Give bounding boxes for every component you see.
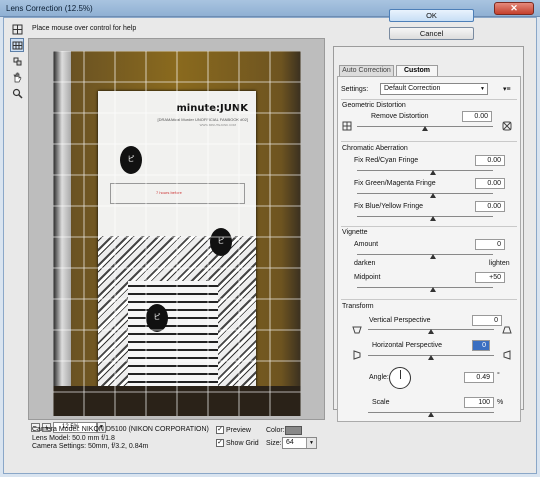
color-label: Color: (266, 427, 285, 434)
straighten-tool[interactable] (10, 38, 24, 52)
show-grid-check-mark[interactable]: ✓ (216, 439, 224, 447)
camera-model: Camera Model: NIKON D5100 (NIKON CORPORA… (32, 426, 209, 433)
midpoint-thumb[interactable] (430, 287, 436, 292)
hand-icon (12, 72, 21, 82)
angle-field[interactable]: 0.49 (464, 372, 494, 383)
preview-grid (53, 51, 301, 416)
fix-green-magenta-field[interactable]: 0.00 (475, 178, 505, 189)
remove-distortion-icon (12, 24, 22, 34)
scale-field[interactable]: 100 (464, 397, 494, 408)
darken-label: darken (354, 260, 376, 267)
remove-distortion-thumb[interactable] (422, 126, 428, 131)
scale-label: Scale (372, 399, 390, 406)
fix-green-magenta-slider[interactable] (357, 193, 493, 194)
tab-custom[interactable]: Custom (396, 65, 438, 76)
fix-red-cyan-slider[interactable] (357, 170, 493, 171)
vertical-perspective-left-icon (352, 326, 362, 334)
amount-slider[interactable] (357, 254, 493, 255)
settings-value: Default Correction (384, 85, 441, 92)
camera-settings: Camera Settings: 50mm, f/3.2, 0.84m (32, 443, 149, 450)
fix-blue-yellow-thumb[interactable] (430, 216, 436, 221)
show-grid-label: Show Grid (226, 439, 259, 447)
fix-red-cyan-field[interactable]: 0.00 (475, 155, 505, 166)
transform-heading: Transform (342, 303, 374, 310)
ok-button[interactable]: OK (389, 9, 474, 22)
settings-label: Settings: (341, 86, 369, 93)
divider (341, 299, 517, 300)
preview-canvas[interactable]: minute:JUNK [DRAMAtical Murder UNOFFICIA… (28, 38, 325, 420)
midpoint-field[interactable]: +50 (475, 272, 505, 283)
preview-check-mark[interactable]: ✓ (216, 426, 224, 434)
remove-distortion-label: Remove Distortion (371, 113, 429, 120)
chevron-down-icon: ▼ (306, 438, 316, 448)
amount-thumb[interactable] (430, 254, 436, 259)
vertical-perspective-label: Vertical Perspective (369, 317, 431, 324)
fix-blue-yellow-slider[interactable] (357, 216, 493, 217)
fix-green-magenta-thumb[interactable] (430, 193, 436, 198)
size-label: Size: (266, 440, 282, 447)
midpoint-slider[interactable] (357, 287, 493, 288)
scale-thumb[interactable] (428, 412, 434, 417)
move-grid-tool[interactable] (10, 54, 24, 68)
angle-dial[interactable] (389, 367, 411, 389)
hand-tool[interactable] (10, 70, 24, 84)
zoom-tool[interactable] (10, 86, 24, 100)
horizontal-perspective-field[interactable]: 0 (472, 340, 490, 351)
barrel-icon (502, 121, 512, 131)
fix-red-cyan-label: Fix Red/Cyan Fringe (354, 157, 419, 164)
grid-color-swatch[interactable] (285, 426, 302, 435)
vertical-perspective-thumb[interactable] (428, 329, 434, 334)
amount-field[interactable]: 0 (475, 239, 505, 250)
horizontal-perspective-label: Horizontal Perspective (372, 342, 443, 349)
grid-size-value: 64 (286, 439, 294, 446)
chevron-down-icon: ▼ (480, 86, 485, 92)
lighten-label: lighten (489, 260, 510, 267)
remove-distortion-field[interactable]: 0.00 (462, 111, 492, 122)
preview-checkbox[interactable]: ✓ Preview (216, 426, 251, 434)
zoom-icon (12, 88, 23, 99)
camera-info: Camera Model: NIKON D5100 (NIKON CORPORA… (32, 426, 209, 452)
midpoint-label: Midpoint (354, 274, 381, 281)
lens-model: Lens Model: 50.0 mm f/1.8 (32, 434, 115, 442)
vertical-perspective-field[interactable]: 0 (472, 315, 502, 326)
fix-green-magenta-label: Fix Green/Magenta Fringe (354, 180, 436, 187)
horizontal-perspective-left-icon (353, 350, 361, 360)
geometric-distortion-heading: Geometric Distortion (342, 102, 406, 109)
help-text: Place mouse over control for help (32, 25, 137, 32)
show-grid-checkbox[interactable]: ✓ Show Grid (216, 439, 259, 447)
pincushion-icon (342, 121, 352, 131)
divider (341, 141, 517, 142)
window-title: Lens Correction (12.5%) (6, 4, 93, 13)
angle-label: Angle: (369, 374, 389, 381)
angle-unit: ° (497, 372, 500, 379)
fix-red-cyan-thumb[interactable] (430, 170, 436, 175)
divider (341, 226, 517, 227)
settings-select[interactable]: Default Correction ▼ (380, 83, 488, 95)
tool-palette (10, 22, 28, 102)
tab-auto-correction[interactable]: Auto Correction (339, 65, 394, 76)
chromatic-aberration-heading: Chromatic Aberration (342, 145, 408, 152)
preview-label: Preview (226, 426, 251, 434)
vertical-perspective-right-icon (502, 326, 512, 334)
amount-label: Amount (354, 241, 379, 248)
remove-distortion-tool[interactable] (10, 22, 24, 36)
window-close-button[interactable]: ✕ (494, 2, 534, 15)
divider (341, 99, 517, 100)
scale-unit: % (497, 399, 504, 406)
cancel-button[interactable]: Cancel (389, 27, 474, 40)
grid-icon (12, 41, 22, 49)
horizontal-perspective-thumb[interactable] (428, 355, 434, 360)
grid-size-select[interactable]: 64 ▼ (282, 437, 317, 449)
horizontal-perspective-right-icon (503, 350, 511, 360)
vignette-heading: Vignette (342, 229, 368, 236)
settings-menu-icon[interactable]: ▾≡ (503, 85, 511, 93)
move-grid-icon (13, 57, 21, 65)
fix-blue-yellow-field[interactable]: 0.00 (475, 201, 505, 212)
fix-blue-yellow-label: Fix Blue/Yellow Fringe (354, 203, 423, 210)
